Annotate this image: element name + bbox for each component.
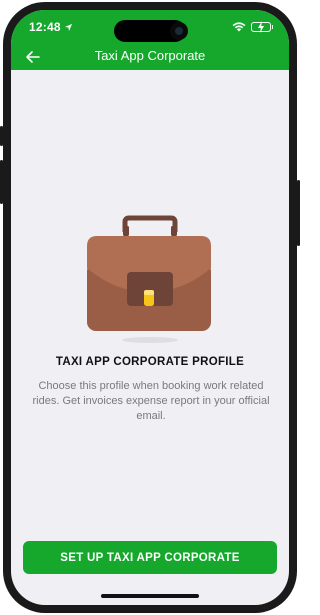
setup-corporate-button[interactable]: SET UP TAXI APP CORPORATE bbox=[23, 541, 277, 574]
header-bar: 12:48 Taxi App Corporate bbox=[11, 10, 289, 70]
page-title: Taxi App Corporate bbox=[94, 48, 206, 63]
phone-frame: 12:48 Taxi App Corporate TAXI APP CORPOR… bbox=[3, 2, 297, 613]
status-icons bbox=[232, 21, 273, 33]
power-button bbox=[297, 180, 300, 246]
location-arrow-icon bbox=[64, 23, 72, 31]
screen: 12:48 Taxi App Corporate TAXI APP CORPOR… bbox=[11, 10, 289, 605]
profile-description: Choose this profile when booking work re… bbox=[32, 380, 270, 422]
profile-title: TAXI APP CORPORATE PROFILE bbox=[55, 356, 245, 368]
status-time-label: 12:48 bbox=[29, 20, 61, 34]
battery-charging-icon bbox=[251, 21, 273, 33]
home-indicator[interactable] bbox=[101, 594, 199, 598]
status-time: 12:48 bbox=[29, 20, 73, 34]
nav-bar: Taxi App Corporate bbox=[11, 44, 289, 70]
wifi-icon bbox=[232, 22, 246, 32]
briefcase-icon bbox=[87, 215, 211, 343]
front-camera bbox=[170, 22, 188, 40]
